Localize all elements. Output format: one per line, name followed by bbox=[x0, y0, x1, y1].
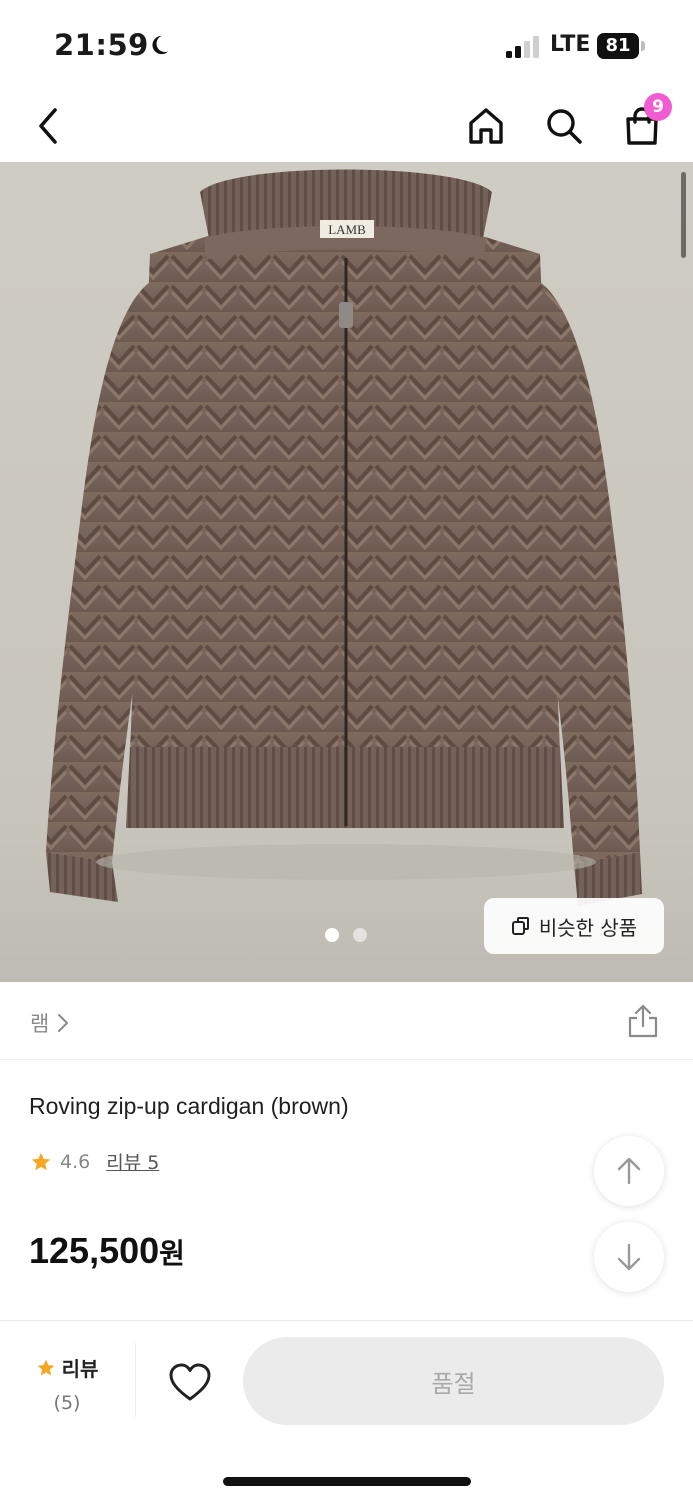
search-icon bbox=[547, 109, 582, 144]
status-time: 21:59 bbox=[54, 28, 149, 62]
share-icon bbox=[628, 1004, 658, 1038]
divider bbox=[135, 1343, 136, 1417]
gallery-pagination bbox=[325, 928, 367, 942]
arrow-up-icon bbox=[617, 1157, 641, 1185]
rating-value: 4.6 bbox=[60, 1150, 91, 1173]
review-tab-count: (5) bbox=[53, 1392, 81, 1414]
moon-icon bbox=[152, 35, 169, 55]
status-bar: 21:59 LTE 81 bbox=[0, 0, 693, 90]
product-label-text: LAMB bbox=[328, 222, 366, 237]
brand-row: 램 bbox=[0, 982, 693, 1060]
star-icon bbox=[31, 1152, 51, 1170]
review-link[interactable]: 리뷰 5 bbox=[106, 1148, 159, 1175]
battery-level: 81 bbox=[597, 33, 639, 59]
like-button[interactable] bbox=[166, 1359, 214, 1407]
arrow-down-icon bbox=[617, 1243, 641, 1271]
star-icon bbox=[37, 1359, 54, 1375]
signal-icon bbox=[506, 36, 539, 58]
price-currency: 원 bbox=[159, 1237, 185, 1270]
product-name: Roving zip-up cardigan (brown) bbox=[29, 1093, 349, 1119]
top-nav bbox=[0, 90, 693, 162]
price-value: 125,500 bbox=[29, 1230, 160, 1271]
back-button[interactable] bbox=[20, 98, 76, 154]
scroll-indicator bbox=[681, 172, 686, 258]
heart-icon bbox=[169, 1363, 211, 1401]
home-indicator bbox=[223, 1477, 471, 1486]
sold-out-button: 품절 bbox=[243, 1337, 664, 1425]
home-icon bbox=[469, 108, 503, 144]
chevron-left-icon bbox=[39, 108, 57, 144]
bottom-action-bar: 리뷰 (5) 품절 bbox=[0, 1320, 693, 1500]
review-tab-button[interactable]: 리뷰 (5) bbox=[30, 1353, 104, 1414]
similar-products-button[interactable]: 비슷한 상품 bbox=[484, 898, 664, 954]
brand-link[interactable]: 램 bbox=[30, 1008, 69, 1038]
pagination-dot-2[interactable] bbox=[353, 928, 367, 942]
home-button[interactable] bbox=[458, 98, 514, 154]
search-button[interactable] bbox=[536, 98, 592, 154]
rating-row: 4.6 리뷰 5 bbox=[30, 1148, 159, 1175]
brand-name: 램 bbox=[30, 1012, 50, 1036]
product-price: 125,500원 bbox=[29, 1230, 185, 1272]
share-button[interactable] bbox=[624, 1002, 662, 1040]
chevron-right-icon bbox=[58, 1014, 69, 1032]
pagination-dot-1[interactable] bbox=[325, 928, 339, 942]
review-tab-label-row: 리뷰 bbox=[30, 1353, 104, 1382]
battery-tip bbox=[641, 41, 645, 51]
cart-count-badge: 9 bbox=[644, 93, 672, 121]
scroll-down-button[interactable] bbox=[594, 1222, 664, 1292]
network-type: LTE bbox=[550, 32, 591, 57]
review-tab-label: 리뷰 bbox=[61, 1357, 99, 1381]
copy-icon bbox=[511, 917, 529, 935]
battery-icon: 81 bbox=[597, 33, 649, 59]
product-image: LAMB bbox=[46, 169, 642, 906]
product-image-gallery[interactable]: LAMB 비슷한 상품 bbox=[0, 162, 693, 982]
scroll-up-button[interactable] bbox=[594, 1136, 664, 1206]
similar-products-label: 비슷한 상품 bbox=[538, 915, 638, 940]
